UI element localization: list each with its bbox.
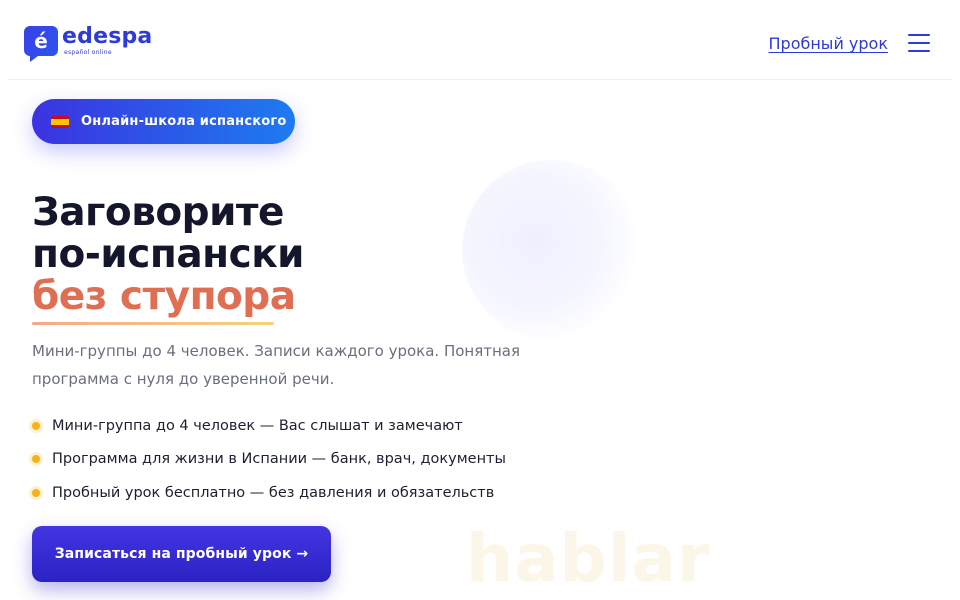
logo-name: edespa [62,24,153,49]
hablar-watermark: hablar [466,520,711,597]
site-header: é edespa español online Пробный урок [8,0,952,80]
feature-text: Пробный урок бесплатно — без давления и … [52,484,495,501]
logo-tagline: español online [64,49,112,56]
bullet-dot-icon [32,421,40,430]
hero-subtitle: Мини-группы до 4 человек. Записи каждого… [32,342,520,388]
logo-text: edespa español online [62,24,153,57]
logo-mark-letter: é [34,29,48,53]
accent-underline [32,322,274,325]
logo[interactable]: é edespa español online [24,26,152,62]
logo-mark-icon: é [24,26,58,62]
feature-text: Мини-группа до 4 человек — Вас слышат и … [52,417,463,434]
bullet-dot-icon [32,488,40,497]
hamburger-menu-icon[interactable] [908,34,930,52]
decorative-blob [462,160,642,340]
bullet-dot-icon [32,455,40,464]
hero-title-accent: без ступора [32,274,296,319]
cut-off-text [32,594,222,600]
feature-text: Программа для жизни в Испании — банк, вр… [52,451,506,468]
hero-title-line1: Заговорите [32,190,284,235]
hero-title-line2: по-испански [32,232,305,277]
trial-lesson-link[interactable]: Пробный урок [769,34,889,53]
feature-item: Программа для жизни в Испании — банк, вр… [32,443,506,477]
hero-title: Заговорите по-испански без ступора [32,190,305,319]
school-badge: Онлайн-школа испанского [32,99,295,144]
feature-item: Пробный урок бесплатно — без давления и … [32,476,506,510]
spain-flag-icon [51,115,69,128]
school-badge-label: Онлайн-школа испанского [81,114,287,129]
book-trial-button[interactable]: Записаться на пробный урок → [32,526,331,582]
feature-item: Мини-группа до 4 человек — Вас слышат и … [32,409,506,443]
feature-list: Мини-группа до 4 человек — Вас слышат и … [32,409,506,510]
